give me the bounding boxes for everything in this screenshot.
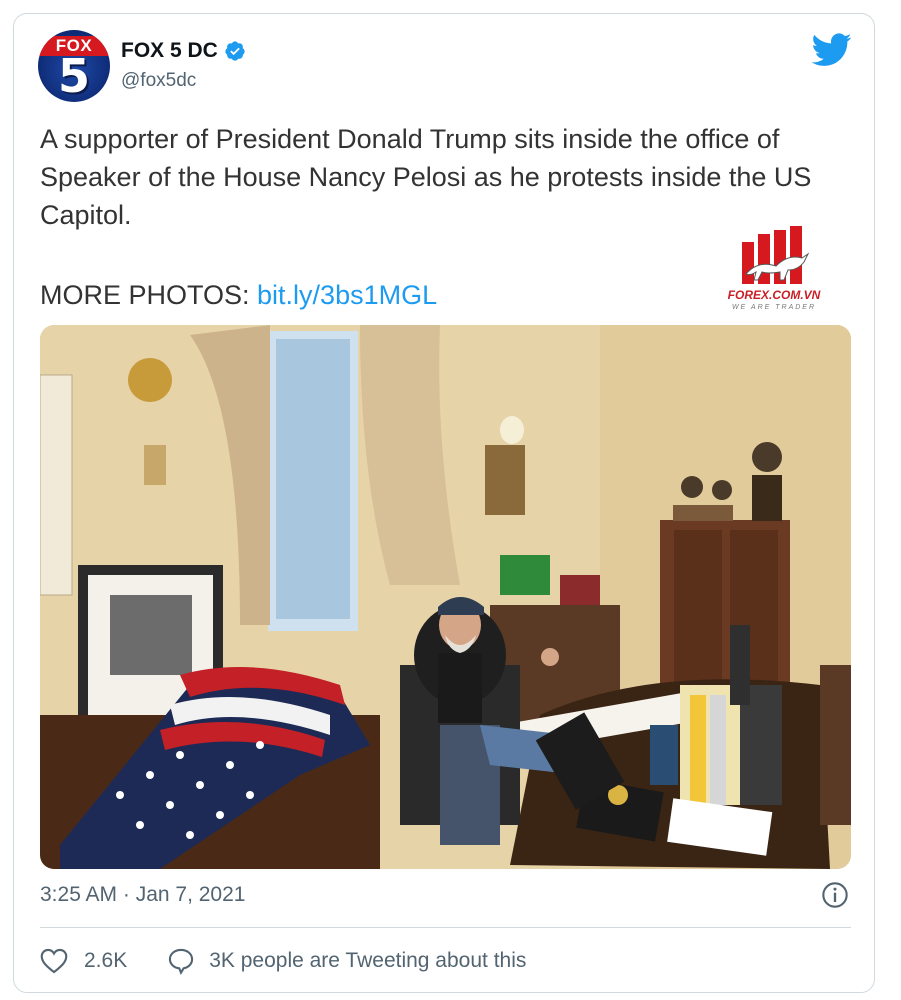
- verified-badge-icon: [225, 41, 245, 61]
- tweet-timestamp[interactable]: 3:25 AM · Jan 7, 2021: [40, 883, 245, 907]
- watermark-name: FOREX.COM.VN: [727, 288, 821, 302]
- watermark-tagline: WE ARE TRADER: [731, 304, 817, 311]
- tweeting-about-link[interactable]: 3K people are Tweeting about this: [209, 949, 526, 973]
- more-photos-link[interactable]: bit.ly/3bs1MGL: [257, 280, 437, 310]
- author-name-row[interactable]: FOX 5 DC: [121, 36, 246, 66]
- more-photos-label: MORE PHOTOS:: [40, 280, 258, 310]
- author-handle[interactable]: @fox5dc: [121, 70, 196, 92]
- divider: [40, 927, 851, 928]
- like-count[interactable]: 2.6K: [84, 949, 127, 973]
- avatar-number: 5: [57, 49, 90, 102]
- watermark-logo: FOREX.COM.VN WE ARE TRADER: [718, 224, 830, 320]
- twitter-bird-icon[interactable]: [812, 33, 852, 67]
- tweet-actions: 2.6K 3K people are Tweeting about this: [40, 945, 526, 977]
- tweet-text: A supporter of President Donald Trump si…: [40, 124, 812, 230]
- info-icon[interactable]: [821, 881, 849, 909]
- speech-bubble-icon[interactable]: [167, 947, 195, 975]
- more-photos-line: MORE PHOTOS: bit.ly/3bs1MGL: [40, 277, 437, 313]
- tweet-photo[interactable]: [40, 325, 851, 869]
- photo-illustration: [40, 325, 851, 869]
- watermark-chart-bull-icon: [742, 226, 810, 284]
- heart-icon[interactable]: [40, 948, 68, 974]
- avatar[interactable]: FOX 5: [38, 30, 110, 102]
- author-display-name[interactable]: FOX 5 DC: [121, 39, 218, 63]
